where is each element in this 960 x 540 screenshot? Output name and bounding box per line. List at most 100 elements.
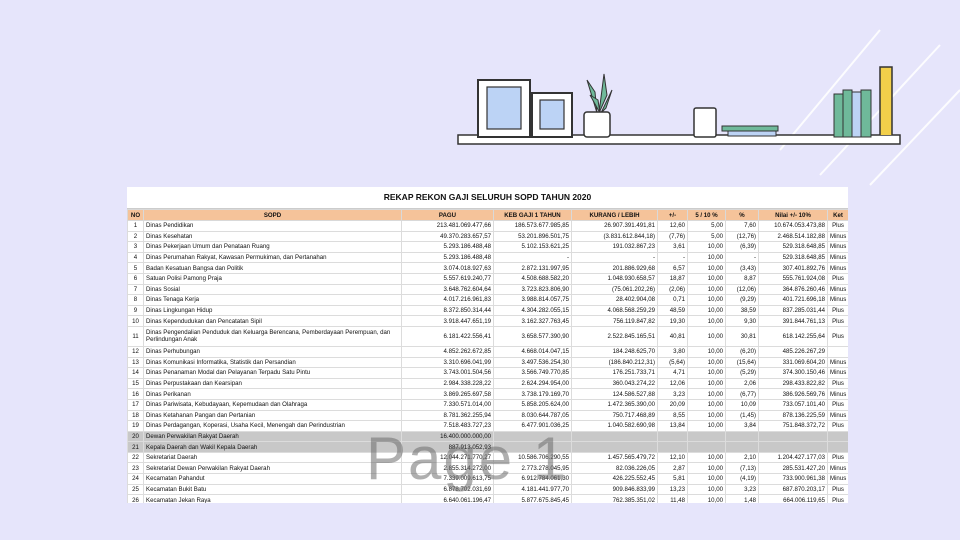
table-row: 5 Badan Kesatuan Bangsa dan Politik 3.074.…	[127, 262, 848, 274]
picture-frame-icon	[477, 79, 531, 138]
table-cell: 48,59	[657, 304, 688, 317]
table-cell: 12,60	[657, 220, 688, 232]
table-cell: 298.433.822,82	[758, 377, 828, 390]
table-cell: 22	[127, 451, 144, 464]
table-cell: 1.204.427.177,03	[758, 451, 828, 464]
table-cell: Plus	[827, 315, 848, 327]
table-cell: 6.640.061.196,47	[401, 494, 494, 503]
table-row: 12 Dinas Perhubungan 4.852.262.672,85 4.668…	[127, 345, 848, 358]
table-cell: 401.721.696,18	[758, 294, 828, 306]
table-cell: 5,00	[687, 220, 726, 232]
table-cell	[657, 430, 688, 443]
table-cell: 10,00	[687, 251, 726, 264]
table-row: 11 Dinas Pengendalian Penduduk dan Keluar…	[127, 325, 848, 347]
table-cell: 360.043.274,22	[571, 377, 658, 390]
table-cell: 26	[127, 494, 144, 503]
table-cell	[657, 441, 688, 453]
table-cell: 21	[127, 441, 144, 453]
table-cell: Dinas Perhubungan	[143, 345, 402, 358]
table-row: 3 Dinas Pekerjaan Umum dan Penataan Ruang…	[127, 241, 848, 253]
table-cell: 1.040.582.690,98	[571, 420, 658, 432]
table-row: 14 Dinas Penanaman Modal dan Pelayanan Te…	[127, 367, 848, 379]
table-cell: 10,00	[687, 315, 726, 327]
table-cell: Minus	[827, 356, 848, 369]
column-header: 5 / 10 %	[687, 209, 726, 221]
table-cell: Kecamatan Pahandut	[143, 473, 402, 485]
table-cell: Plus	[827, 377, 848, 390]
table-cell: Dinas Lingkungan Hidup	[143, 304, 402, 317]
table-cell: 10,00	[687, 483, 726, 496]
table-row: 15 Dinas Perpustakaan dan Kearsipan 2.984.…	[127, 377, 848, 390]
table-cell: Dinas Tenaga Kerja	[143, 294, 402, 306]
column-header: KEB GAJI 1 TAHUN	[493, 209, 572, 221]
table-row: 10 Dinas Kependudukan dan Pencatatan Sipi…	[127, 315, 848, 327]
column-header: %	[725, 209, 759, 221]
table-cell: 2,87	[657, 462, 688, 475]
table-cell: Dinas Perumahan Rakyat, Kawasan Permukim…	[143, 251, 402, 264]
table-cell: 18	[127, 409, 144, 422]
table-cell: 4.068.568.259,29	[571, 304, 658, 317]
table-cell: -	[725, 251, 759, 264]
table-cell: 529.318.648,85	[758, 241, 828, 253]
table-cell: (7,13)	[725, 462, 759, 475]
table-cell: Sekretariat Daerah	[143, 451, 402, 464]
table-cell: Dinas Perikanan	[143, 388, 402, 400]
table-cell: 10,00	[687, 473, 726, 485]
table-cell: 3,84	[725, 420, 759, 432]
table-cell: 331.069.604,20	[758, 356, 828, 369]
table-cell: 10,00	[687, 494, 726, 503]
table-cell: 3.658.577.390,90	[493, 325, 572, 347]
table-cell: 307.401.892,76	[758, 262, 828, 274]
table-cell: 8,55	[657, 409, 688, 422]
table-cell	[687, 430, 726, 443]
table-cell: (2,06)	[657, 283, 688, 296]
table-row: 4 Dinas Perumahan Rakyat, Kawasan Permuki…	[127, 251, 848, 264]
table-cell: (15,64)	[725, 356, 759, 369]
table-cell: (75.061.202,26)	[571, 283, 658, 296]
table-cell: 5.293.186.488,48	[401, 241, 494, 253]
column-header: Nilai +/- 10%	[758, 209, 828, 221]
table-cell: 3.162.327.763,45	[493, 315, 572, 327]
table-cell: 3.566.749.770,85	[493, 367, 572, 379]
table-cell: 10,00	[687, 398, 726, 411]
table-cell: Dinas Pendidikan	[143, 220, 402, 232]
table-cell: Minus	[827, 230, 848, 243]
table-cell: Plus	[827, 451, 848, 464]
table-cell: Kecamatan Jekan Raya	[143, 494, 402, 503]
table-cell: 17	[127, 398, 144, 411]
table-row: 18 Dinas Ketahanan Pangan dan Pertanian 8.…	[127, 409, 848, 422]
table-cell: 10,00	[687, 345, 726, 358]
table-cell: -	[657, 251, 688, 264]
table-cell	[725, 430, 759, 443]
table-cell: Minus	[827, 388, 848, 400]
table-cell: Plus	[827, 220, 848, 232]
table-cell: 10,00	[687, 283, 726, 296]
table-cell: 485.226.267,29	[758, 345, 828, 358]
table-cell: 751.848.372,72	[758, 420, 828, 432]
table-cell: 10,09	[725, 398, 759, 411]
table-cell: Satuan Polisi Pamong Praja	[143, 272, 402, 285]
table-cell: 28.402.904,08	[571, 294, 658, 306]
column-header: Ket	[827, 209, 848, 221]
table-cell	[571, 430, 658, 443]
table-cell: -	[571, 251, 658, 264]
table-cell: 8,87	[725, 272, 759, 285]
table-row: 6 Satuan Polisi Pamong Praja 5.557.619.240…	[127, 272, 848, 285]
table-cell: (4,19)	[725, 473, 759, 485]
table-cell: 10,00	[687, 241, 726, 253]
table-cell: 25	[127, 483, 144, 496]
table-cell: 13,84	[657, 420, 688, 432]
table-row: 9 Dinas Lingkungan Hidup 8.372.850.314,44 4…	[127, 304, 848, 317]
table-cell: 5,00	[687, 230, 726, 243]
table-cell: 8	[127, 294, 144, 306]
table-cell: 285.531.427,20	[758, 462, 828, 475]
table-cell: 9,30	[725, 315, 759, 327]
table-cell: 5,81	[657, 473, 688, 485]
table-cell	[827, 441, 848, 453]
table-cell: 53.201.896.501,75	[493, 230, 572, 243]
table-cell: 3	[127, 241, 144, 253]
table-cell: (6,20)	[725, 345, 759, 358]
table-cell: 555.761.924,08	[758, 272, 828, 285]
table-cell: 10,00	[687, 262, 726, 274]
table-cell: 3.738.179.169,70	[493, 388, 572, 400]
